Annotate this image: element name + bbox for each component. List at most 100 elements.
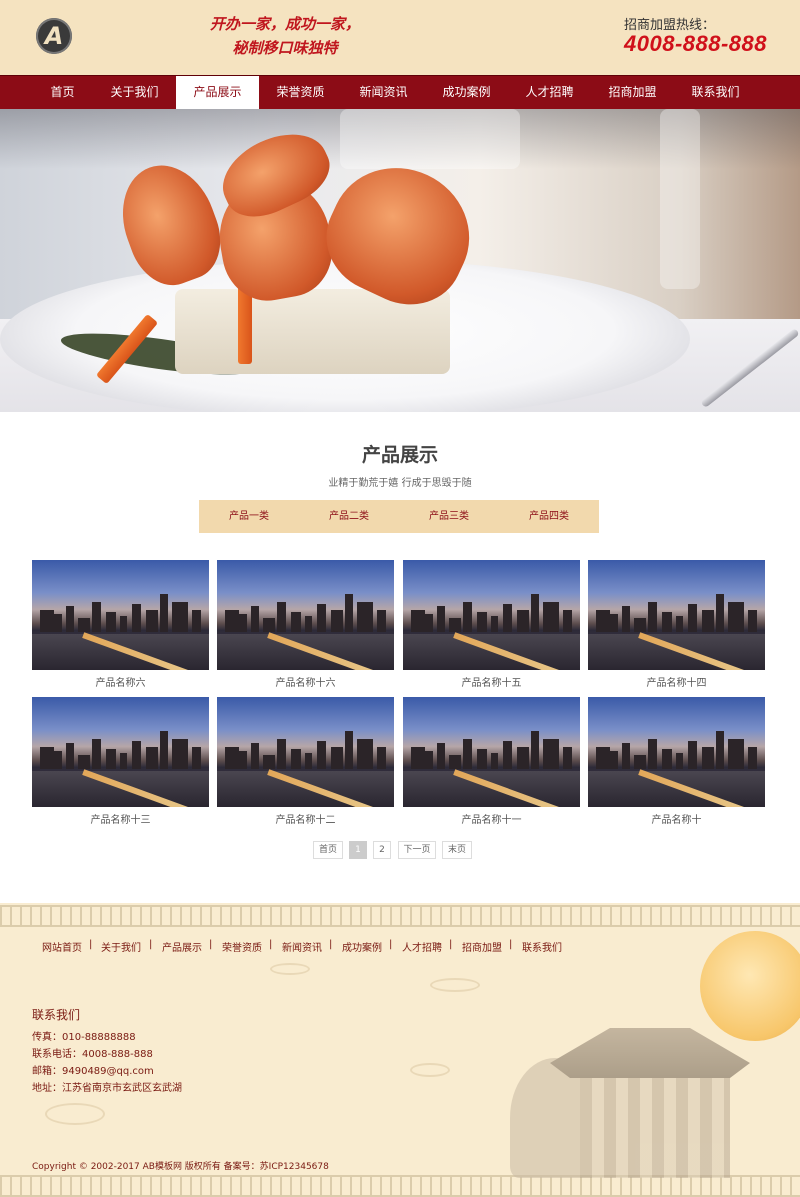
skyline-building (702, 747, 714, 769)
skyline-building (563, 747, 572, 769)
footer-nav-link[interactable]: 人才招聘 (402, 939, 442, 954)
nav-item-contact[interactable]: 联系我们 (674, 76, 757, 110)
pager-page-1[interactable]: 1 (349, 841, 367, 859)
product-name[interactable]: 产品名称十一 (403, 811, 580, 826)
copyright: Copyright © 2002-2017 AB模板网 版权所有 备案号：苏IC… (32, 1162, 329, 1172)
nav-item-cases[interactable]: 成功案例 (425, 76, 508, 110)
fret-border-top (0, 905, 800, 927)
skyline-building (172, 739, 188, 769)
skyline-building (172, 602, 188, 632)
skyline-building (716, 731, 724, 769)
skyline-building (423, 751, 433, 769)
skyline-building (277, 739, 286, 769)
product-name[interactable]: 产品名称六 (32, 674, 209, 689)
product-image[interactable] (32, 560, 209, 670)
skyline-building (748, 747, 757, 769)
nav-item-products[interactable]: 产品展示 (176, 76, 259, 110)
category-tab-4[interactable]: 产品四类 (499, 500, 599, 533)
temple-body (580, 1078, 730, 1178)
skyline-building (251, 606, 259, 632)
nav-item-honors[interactable]: 荣誉资质 (259, 76, 342, 110)
skyline-building (106, 749, 116, 769)
site-logo[interactable]: A (36, 18, 72, 54)
skyline-building (449, 618, 461, 632)
nav-item-home[interactable]: 首页 (21, 76, 104, 110)
skyline-building (237, 751, 247, 769)
product-name[interactable]: 产品名称十六 (217, 674, 394, 689)
skyline-building (608, 751, 618, 769)
footer-nav-separator: | (209, 939, 213, 950)
footer-nav-link[interactable]: 产品展示 (162, 939, 202, 954)
skyline-building (676, 616, 683, 632)
product-card[interactable]: 产品名称十二 (217, 697, 394, 826)
product-image[interactable] (588, 697, 765, 807)
skyline-building (517, 610, 529, 632)
footer-nav-link[interactable]: 荣誉资质 (222, 939, 262, 954)
skyline-building (106, 612, 116, 632)
skyline-building (648, 602, 657, 632)
pager-last[interactable]: 末页 (442, 841, 472, 859)
skyline-building (622, 606, 630, 632)
skyline-building (491, 616, 498, 632)
contact-email: 邮箱：9490489@qq.com (32, 1066, 154, 1077)
skyline-building (728, 739, 744, 769)
footer-nav-link[interactable]: 招商加盟 (462, 939, 502, 954)
footer-nav-link[interactable]: 关于我们 (101, 939, 141, 954)
skyline-building (345, 731, 353, 769)
skyline-building (357, 602, 373, 632)
temple-roof (550, 1028, 750, 1078)
footer-nav-separator: | (449, 939, 453, 950)
footer-nav-link[interactable]: 网站首页 (42, 939, 82, 954)
product-name[interactable]: 产品名称十四 (588, 674, 765, 689)
pager-page-2[interactable]: 2 (373, 841, 391, 859)
footer-nav-link[interactable]: 新闻资讯 (282, 939, 322, 954)
product-image[interactable] (217, 697, 394, 807)
product-card[interactable]: 产品名称六 (32, 560, 209, 689)
section-subtitle: 业精于勤荒于嬉 行成于思毁于随 (328, 478, 472, 489)
skyline-building (716, 594, 724, 632)
category-tab-3[interactable]: 产品三类 (399, 500, 499, 533)
product-image[interactable] (403, 560, 580, 670)
skyline-building (563, 610, 572, 632)
product-card[interactable]: 产品名称十五 (403, 560, 580, 689)
contact-address: 地址：江苏省南京市玄武区玄武湖 (32, 1083, 182, 1094)
footer-nav-link[interactable]: 成功案例 (342, 939, 382, 954)
product-image[interactable] (32, 697, 209, 807)
footer-nav-link[interactable]: 联系我们 (522, 939, 562, 954)
product-image[interactable] (217, 560, 394, 670)
skyline-building (676, 753, 683, 769)
slogan-line-1: 开办一家，成功一家， (209, 15, 360, 33)
skyline-building (503, 604, 512, 632)
product-card[interactable]: 产品名称十六 (217, 560, 394, 689)
product-card[interactable]: 产品名称十一 (403, 697, 580, 826)
category-tabs: 产品一类 产品二类 产品三类 产品四类 (199, 500, 599, 533)
product-name[interactable]: 产品名称十 (588, 811, 765, 826)
category-tab-1[interactable]: 产品一类 (199, 500, 299, 533)
product-card[interactable]: 产品名称十三 (32, 697, 209, 826)
skyline-building (477, 612, 487, 632)
product-image[interactable] (403, 697, 580, 807)
product-image[interactable] (588, 560, 765, 670)
product-name[interactable]: 产品名称十二 (217, 811, 394, 826)
skyline-building (688, 741, 697, 769)
nav-item-jobs[interactable]: 人才招聘 (508, 76, 591, 110)
pager-first[interactable]: 首页 (313, 841, 343, 859)
product-name[interactable]: 产品名称十五 (403, 674, 580, 689)
nav-item-franchise[interactable]: 招商加盟 (591, 76, 674, 110)
product-card[interactable]: 产品名称十 (588, 697, 765, 826)
pager-next[interactable]: 下一页 (398, 841, 436, 859)
skyline-building (503, 741, 512, 769)
category-tab-2[interactable]: 产品二类 (299, 500, 399, 533)
product-card[interactable]: 产品名称十四 (588, 560, 765, 689)
skyline-building (146, 610, 158, 632)
nav-item-news[interactable]: 新闻资讯 (342, 76, 425, 110)
skyline-building (345, 594, 353, 632)
product-name[interactable]: 产品名称十三 (32, 811, 209, 826)
skyline-building (305, 616, 312, 632)
skyline-building (78, 755, 90, 769)
skyline-building (662, 749, 672, 769)
hotline-number: 4008-888-888 (624, 31, 768, 56)
skyline-building (463, 602, 472, 632)
nav-item-about[interactable]: 关于我们 (93, 76, 176, 110)
skyline-building (517, 747, 529, 769)
